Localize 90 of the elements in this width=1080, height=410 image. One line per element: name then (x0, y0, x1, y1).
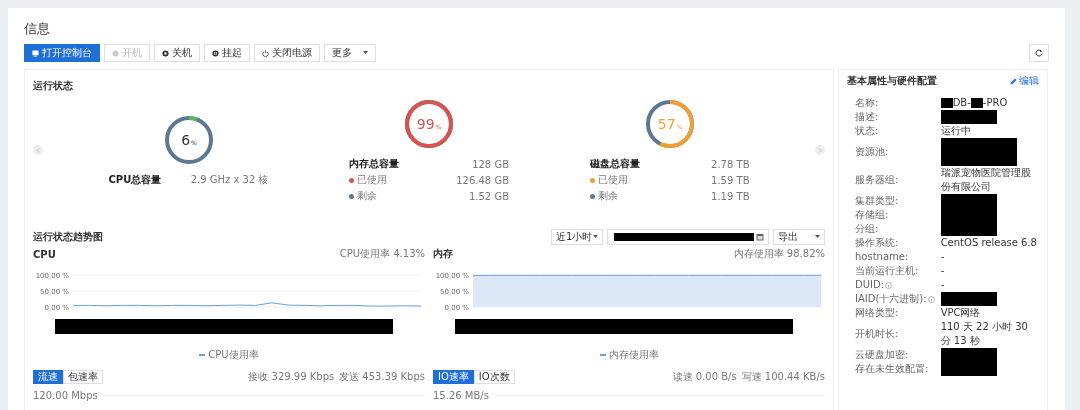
section-title: 运行状态 (33, 79, 73, 93)
chart-tab[interactable]: 包速率 (63, 370, 103, 384)
pencil-icon (1010, 77, 1017, 85)
usage-label: 已使用 (357, 173, 387, 187)
axis-label: 120.00 Mbps (33, 390, 98, 401)
usage-ring (645, 100, 694, 148)
toolbar-button[interactable]: 关机 (154, 44, 200, 62)
property-label: 云硬盘加密: (855, 348, 910, 362)
property-label: 分组: (855, 222, 880, 236)
property-label: 开机时长: (855, 327, 900, 341)
legend-line-icon (199, 354, 206, 356)
info-icon (885, 281, 893, 289)
edit-link[interactable]: 编辑 (1010, 74, 1039, 88)
property-label: 名称: (855, 96, 880, 110)
usage-value: 1.59 TB (711, 174, 750, 186)
usage-label: 已使用 (597, 173, 628, 187)
chart-title: CPU (33, 248, 56, 260)
legend-label: 内存使用率 (608, 348, 659, 362)
usage-reading: CPU使用率 4.13% (339, 247, 425, 261)
property-label: DUID: (855, 278, 935, 292)
refresh-button[interactable] (1029, 44, 1049, 62)
property-value: 瑞派宠物医院管理股份有限公司 (940, 166, 1032, 194)
property-label: 当前运行主机: (855, 264, 920, 278)
property-value: - (940, 264, 945, 278)
property-value: 运行中 (940, 124, 971, 138)
info-icon (927, 295, 935, 303)
pause-icon (212, 49, 219, 57)
panel-title: 基本属性与硬件配置 (847, 74, 937, 88)
property-label: 存在未生效配置: (855, 362, 930, 376)
usage-value: 126.48 GB (456, 174, 509, 186)
usage-reading: 内存使用率 98.82% (733, 247, 825, 261)
capacity-label: 内存总容量 (349, 157, 400, 171)
property-value: - (940, 278, 945, 292)
rate-reading: 接收 329.99 Kbps (248, 370, 335, 384)
refresh-icon (1035, 49, 1043, 57)
rate-reading: 写速 100.44 KB/s (741, 370, 825, 384)
axis-label: 15.26 MB/s (433, 390, 489, 401)
usage-ring (164, 116, 213, 164)
date-range-field[interactable] (607, 229, 769, 245)
export-select[interactable]: 导出 (773, 229, 825, 245)
capacity-value: 2.78 TB (711, 158, 750, 170)
page-title: 信息 (24, 20, 50, 38)
usage-label: 剩余 (597, 189, 618, 203)
property-label: 存储组: (855, 208, 890, 222)
range-select[interactable]: 近1小时 (551, 229, 603, 245)
property-label: 描述: (855, 110, 880, 124)
property-label: 资源池: (855, 145, 890, 159)
chart-tab[interactable]: IO速率 (433, 370, 474, 384)
property-value: VPC网络 (940, 306, 981, 320)
property-label: 网络类型: (855, 306, 900, 320)
chart-title: 内存 (433, 247, 453, 261)
toolbar-button[interactable]: 更多 (324, 44, 376, 62)
property-label: 服务器组: (855, 173, 900, 187)
toolbar-button[interactable]: 挂起 (204, 44, 250, 62)
legend-line-icon (599, 354, 606, 356)
property-label: IAID(十六进制): (855, 292, 935, 306)
capacity-label: 磁盘总容量 (589, 157, 641, 171)
calendar-icon (756, 233, 764, 241)
rate-reading: 发送 453.39 Kbps (339, 370, 425, 384)
chart-tab[interactable]: IO次数 (473, 370, 515, 384)
property-label: 集群类型: (855, 194, 900, 208)
capacity-value: 2.9 GHz x 32 核 (190, 173, 269, 187)
monitor-icon (32, 49, 39, 57)
section-title: 运行状态趋势图 (33, 230, 103, 244)
caret-icon (593, 235, 598, 239)
property-value: CentOS release 6.8 (940, 236, 1037, 250)
property-label: 状态: (855, 124, 880, 138)
toolbar-button[interactable]: 关闭电源 (254, 44, 320, 62)
property-value: 110 天 22 小时 30 分 13 秒 (940, 320, 1029, 348)
toolbar-button[interactable]: 打开控制台 (24, 44, 100, 62)
legend-label: CPU使用率 (208, 348, 259, 362)
property-label: 操作系统: (855, 236, 900, 250)
caret-icon (363, 51, 368, 55)
redaction-bar (970, 98, 983, 108)
power-icon (262, 49, 269, 57)
capacity-label: CPU总容量 (108, 173, 163, 187)
chart-tab[interactable]: 流速 (33, 370, 63, 384)
rate-reading: 读速 0.00 B/s (672, 370, 737, 384)
usage-value: 1.52 GB (467, 190, 509, 202)
property-label: hostname: (855, 250, 910, 264)
capacity-value: 128 GB (471, 158, 509, 170)
usage-ring (405, 100, 453, 148)
property-value: - (940, 250, 945, 264)
usage-value: 1.19 TB (711, 190, 750, 202)
caret-icon (815, 235, 820, 239)
redaction-bar (940, 98, 953, 108)
stop-icon (162, 49, 169, 57)
usage-label: 剩余 (357, 189, 377, 203)
property-value: DB- (952, 96, 971, 110)
property-value: -PRO (982, 96, 1008, 110)
